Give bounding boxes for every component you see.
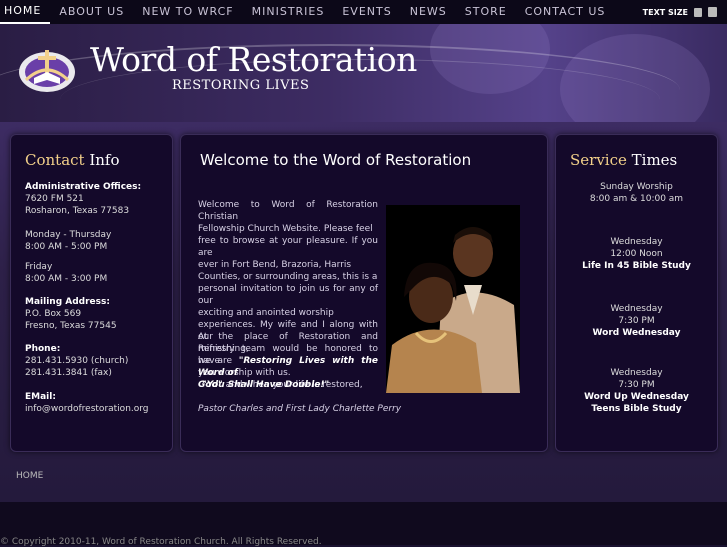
welcome-title: Welcome to the Word of Restoration xyxy=(200,151,472,169)
service-name: Life In 45 Bible Study xyxy=(582,261,691,271)
mail-line1: P.O. Box 569 xyxy=(25,309,82,319)
mailing-address-block: Mailing Address: P.O. Box 569 Fresno, Te… xyxy=(25,296,117,332)
nav-contact-us[interactable]: CONTACT US xyxy=(516,0,615,24)
welcome-line: free to browse at your pleasure. If you … xyxy=(198,236,378,258)
mail-line2: Fresno, Texas 77545 xyxy=(25,321,117,331)
service-day: Wednesday xyxy=(610,304,663,314)
site-tagline: RESTORING LIVES xyxy=(172,78,310,93)
hours1-days: Monday - Thursday xyxy=(25,230,112,240)
contact-title-rest: Info xyxy=(84,151,120,169)
welcome-line: At the place of Restoration and Refreshi… xyxy=(198,332,378,354)
nav-events[interactable]: EVENTS xyxy=(333,0,400,24)
copyright-text: © Copyright 2010-11, Word of Restoration… xyxy=(0,537,322,547)
hours-block-2: Friday 8:00 AM - 3:00 PM xyxy=(25,261,107,285)
admin-line2: Rosharon, Texas 77583 xyxy=(25,206,130,216)
double-quote: "You Shall Have Double!" xyxy=(202,380,330,390)
hours2-time: 8:00 AM - 3:00 PM xyxy=(25,274,108,284)
welcome-line: Counties, or surrounding areas, this is … xyxy=(198,272,378,282)
hours-block-1: Monday - Thursday 8:00 AM - 5:00 PM xyxy=(25,229,111,253)
pastor-signature: Pastor Charles and First Lady Charlette … xyxy=(198,404,402,414)
service-name: Teens Bible Study xyxy=(591,404,682,414)
service-time: 12:00 Noon xyxy=(610,249,663,259)
phone-church[interactable]: 281.431.5930 (church) xyxy=(25,356,128,366)
service-day: Sunday Worship xyxy=(600,182,673,192)
contact-title: Contact Info xyxy=(25,151,120,169)
nav-store[interactable]: STORE xyxy=(456,0,516,24)
service-title-rest: Times xyxy=(626,151,678,169)
admin-line1: 7620 FM 521 xyxy=(25,194,84,204)
nav-about-us[interactable]: ABOUT US xyxy=(50,0,133,24)
church-logo-icon xyxy=(19,50,75,92)
service-day: Wednesday xyxy=(610,237,663,247)
service-wednesday-noon: Wednesday 12:00 Noon Life In 45 Bible St… xyxy=(556,236,717,272)
service-times-panel: Service Times Sunday Worship 8:00 am & 1… xyxy=(555,134,718,452)
contact-title-highlight: Contact xyxy=(25,151,85,169)
email-label: EMail: xyxy=(25,392,56,402)
phone-block: Phone: 281.431.5930 (church) 281.431.384… xyxy=(25,343,128,379)
phone-fax: 281.431.3841 (fax) xyxy=(25,368,112,378)
service-teens: Wednesday 7:30 PM Word Up Wednesday Teen… xyxy=(556,367,717,415)
header-banner: Word of Restoration RESTORING LIVES xyxy=(0,24,727,124)
text-larger-icon[interactable] xyxy=(708,7,717,17)
service-name: Word Up Wednesday xyxy=(584,392,689,402)
service-name: Word Wednesday xyxy=(592,328,681,338)
admin-label: Administrative Offices: xyxy=(25,182,142,192)
welcome-line: we are xyxy=(198,356,239,366)
text-size-label: TEXT SIZE xyxy=(642,7,688,17)
welcome-line: personal invitation to join us for any o… xyxy=(198,284,378,306)
admin-office-block: Administrative Offices: 7620 FM 521 Rosh… xyxy=(25,181,141,217)
contact-info-panel: Contact Info Administrative Offices: 762… xyxy=(10,134,173,452)
welcome-line: exciting and anointed worship xyxy=(198,308,334,318)
phone-label: Phone: xyxy=(25,344,61,354)
service-title: Service Times xyxy=(570,151,677,169)
service-sunday: Sunday Worship 8:00 am & 10:00 am xyxy=(556,181,717,205)
signature-block: Pastor Charles and First Lady Charlette … xyxy=(198,403,418,415)
nav-news[interactable]: NEWS xyxy=(401,0,456,24)
hours2-days: Friday xyxy=(25,262,53,272)
welcome-panel: Welcome to the Word of Restoration Welco… xyxy=(180,134,548,452)
top-nav: HOME ABOUT US NEW TO WRCF MINISTRIES EVE… xyxy=(0,0,727,24)
nav-ministries[interactable]: MINISTRIES xyxy=(243,0,334,24)
service-day: Wednesday xyxy=(610,368,663,378)
nav-new-to-wrcf[interactable]: NEW TO WRCF xyxy=(133,0,242,24)
text-size-control: TEXT SIZE xyxy=(643,0,717,24)
welcome-line: Welcome to Word of Restoration Christian xyxy=(198,200,378,222)
email-block: EMail: info@wordofrestoration.org xyxy=(25,391,149,415)
text-smaller-icon[interactable] xyxy=(694,7,702,17)
site-brand[interactable]: Word of Restoration xyxy=(90,40,417,79)
welcome-line: ever in Fort Bend, Brazoria, Harris xyxy=(198,260,352,270)
welcome-line: Fellowship Church Website. Please feel xyxy=(198,224,373,234)
nav-home[interactable]: HOME xyxy=(0,0,51,24)
service-time: 7:30 PM xyxy=(618,316,655,326)
service-time: 7:30 PM xyxy=(618,380,655,390)
service-word-wednesday: Wednesday 7:30 PM Word Wednesday xyxy=(556,303,717,339)
service-time: 8:00 am & 10:00 am xyxy=(589,194,684,204)
hours1-time: 8:00 AM - 5:00 PM xyxy=(25,242,108,252)
quote-block: "You Shall Have Double!" xyxy=(202,379,382,391)
service-title-highlight: Service xyxy=(570,151,627,169)
email-link[interactable]: info@wordofrestoration.org xyxy=(25,404,149,414)
breadcrumb-home[interactable]: HOME xyxy=(16,471,43,481)
mail-label: Mailing Address: xyxy=(25,297,110,307)
pastor-photo xyxy=(386,205,520,393)
